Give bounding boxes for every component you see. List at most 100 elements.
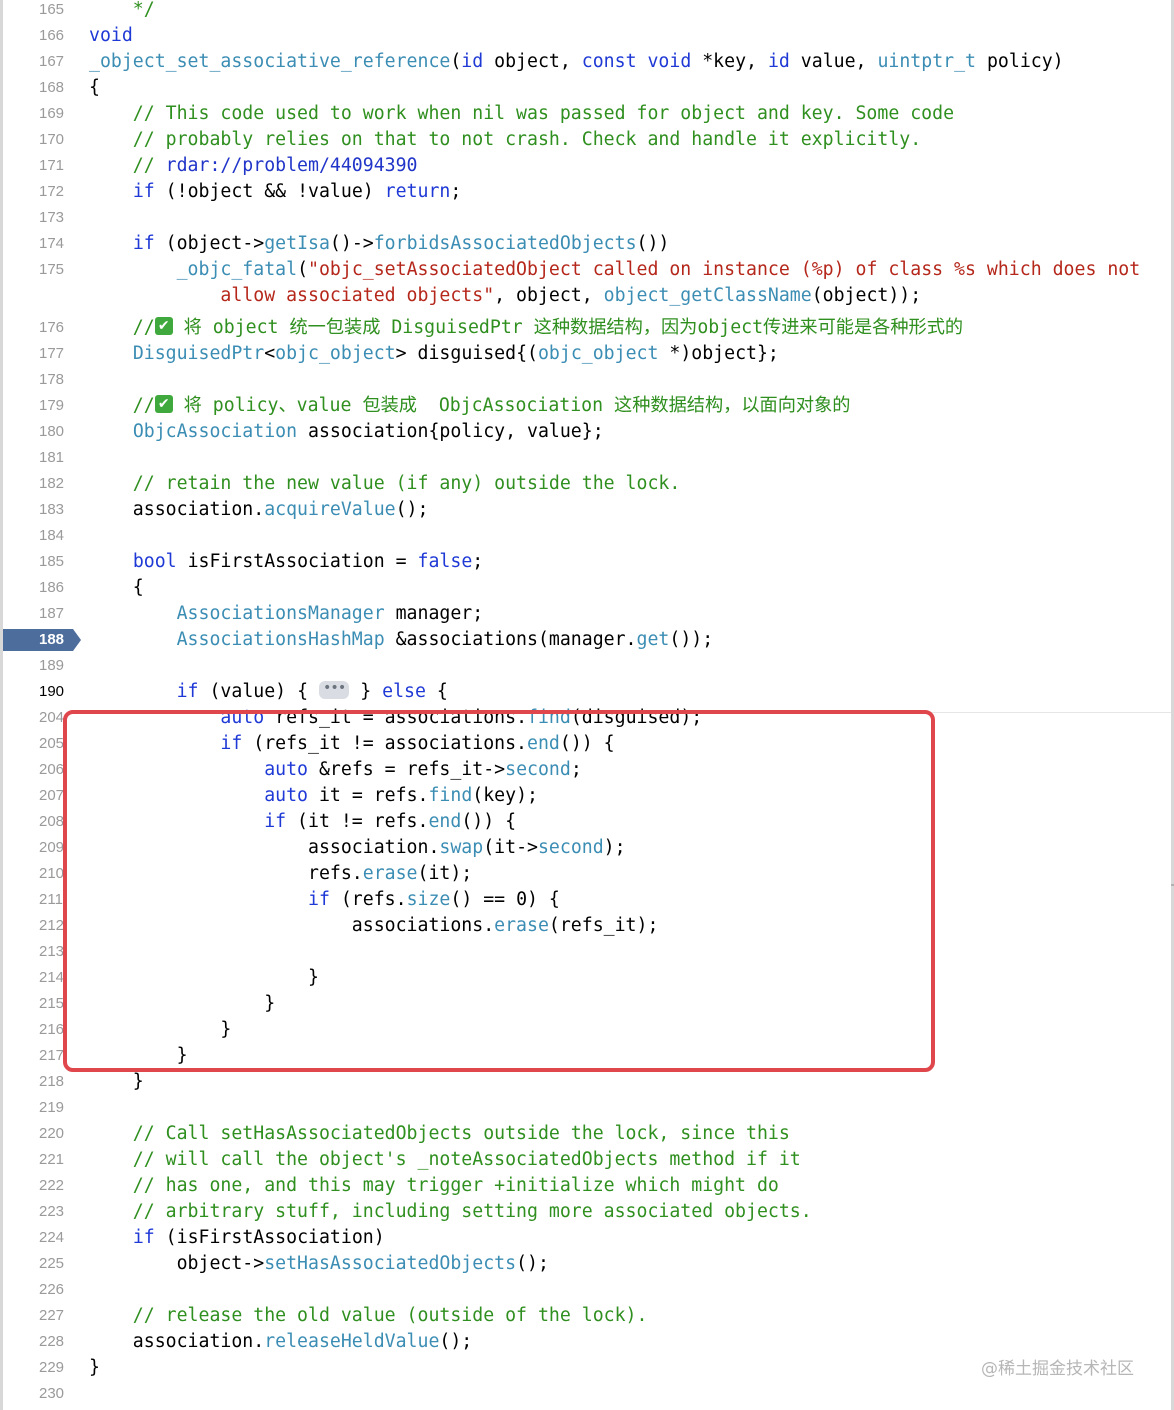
code-line[interactable]: 219 <box>3 1095 1171 1121</box>
code-line[interactable]: 217 } <box>3 1043 1171 1069</box>
code-text[interactable]: } <box>89 1043 188 1069</box>
code-line[interactable]: 215 } <box>3 991 1171 1017</box>
code-line[interactable]: 204 auto refs_it = associations.find(dis… <box>3 705 1171 731</box>
code-text[interactable]: if (refs_it != associations.end()) { <box>89 731 614 757</box>
code-line[interactable]: 172 if (!object && !value) return; <box>3 179 1171 205</box>
code-line[interactable]: allow associated objects", object, objec… <box>3 283 1171 309</box>
link-token[interactable]: rdar://problem/44094390 <box>166 155 418 176</box>
code-line[interactable]: 182 // retain the new value (if any) out… <box>3 471 1171 497</box>
code-text[interactable]: // Call setHasAssociatedObjects outside … <box>89 1121 790 1147</box>
code-line[interactable]: 211 if (refs.size() == 0) { <box>3 887 1171 913</box>
code-line[interactable]: 167 _object_set_associative_reference(id … <box>3 49 1171 75</box>
code-line[interactable]: 169 // This code used to work when nil w… <box>3 101 1171 127</box>
code-text[interactable]: //✔ 将 object 统一包装成 DisguisedPtr 这种数据结构，因… <box>89 315 963 341</box>
code-line[interactable]: 212 associations.erase(refs_it); <box>3 913 1171 939</box>
code-line[interactable]: 224 if (isFirstAssociation) <box>3 1225 1171 1251</box>
code-line[interactable]: 209 association.swap(it->second); <box>3 835 1171 861</box>
code-text[interactable]: // arbitrary stuff, including setting mo… <box>89 1199 812 1225</box>
code-text[interactable]: ObjcAssociation association{policy, valu… <box>89 419 604 445</box>
code-line[interactable]: 207 auto it = refs.find(key); <box>3 783 1171 809</box>
code-line[interactable]: 184 <box>3 523 1171 549</box>
code-line[interactable]: 213 <box>3 939 1171 965</box>
code-line[interactable]: 208 if (it != refs.end()) { <box>3 809 1171 835</box>
code-text[interactable]: */ <box>89 0 155 23</box>
code-line[interactable]: 206 auto &refs = refs_it->second; <box>3 757 1171 783</box>
code-text[interactable]: { <box>89 575 144 601</box>
code-text[interactable]: } <box>89 1355 100 1381</box>
code-line[interactable]: 179 //✔ 将 policy、value 包装成 ObjcAssociati… <box>3 393 1171 419</box>
code-text[interactable]: _object_set_associative_reference(id obj… <box>89 49 1064 75</box>
code-text[interactable]: refs.erase(it); <box>89 861 472 887</box>
code-text[interactable]: if (!object && !value) return; <box>89 179 462 205</box>
code-text[interactable]: // has one, and this may trigger +initia… <box>89 1173 779 1199</box>
code-text[interactable]: association.acquireValue(); <box>89 497 429 523</box>
code-text[interactable]: //✔ 将 policy、value 包装成 ObjcAssociation 这… <box>89 393 850 419</box>
code-text[interactable]: allow associated objects", object, objec… <box>89 283 921 309</box>
code-line[interactable]: 221 // will call the object's _noteAssoc… <box>3 1147 1171 1173</box>
code-text[interactable]: AssociationsHashMap &associations(manage… <box>89 627 714 653</box>
code-line[interactable]: 228 association.releaseHeldValue(); <box>3 1329 1171 1355</box>
code-text[interactable]: } <box>89 1069 144 1095</box>
code-text[interactable]: // retain the new value (if any) outside… <box>89 471 681 497</box>
code-line[interactable]: 210 refs.erase(it); <box>3 861 1171 887</box>
code-line[interactable]: 166 void <box>3 23 1171 49</box>
code-editor[interactable]: 165 */ 166 void 167 _object_set_associative_… <box>0 0 1174 1410</box>
code-line[interactable]: 178 <box>3 367 1171 393</box>
code-line[interactable]: 223 // arbitrary stuff, including settin… <box>3 1199 1171 1225</box>
code-text[interactable]: if (isFirstAssociation) <box>89 1225 385 1251</box>
code-text[interactable]: // release the old value (outside of the… <box>89 1303 648 1329</box>
code-text[interactable]: { <box>89 75 100 101</box>
code-line[interactable]: 216 } <box>3 1017 1171 1043</box>
code-text[interactable]: // rdar://problem/44094390 <box>89 153 418 179</box>
code-line[interactable]: 227 // release the old value (outside of… <box>3 1303 1171 1329</box>
code-line[interactable]: 175 _objc_fatal("objc_setAssociatedObjec… <box>3 257 1171 283</box>
code-text[interactable]: object->setHasAssociatedObjects(); <box>89 1251 549 1277</box>
code-line[interactable]: 183 association.acquireValue(); <box>3 497 1171 523</box>
code-line[interactable]: 230 <box>3 1381 1171 1407</box>
code-line[interactable]: 226 <box>3 1277 1171 1303</box>
code-text[interactable]: auto it = refs.find(key); <box>89 783 538 809</box>
code-text[interactable]: // will call the object's _noteAssociate… <box>89 1147 801 1173</box>
code-text[interactable]: association.releaseHeldValue(); <box>89 1329 472 1355</box>
code-line[interactable]: 173 <box>3 205 1171 231</box>
code-text[interactable]: auto &refs = refs_it->second; <box>89 757 582 783</box>
code-line[interactable]: 222 // has one, and this may trigger +in… <box>3 1173 1171 1199</box>
current-line-marker[interactable]: 188 <box>3 627 81 653</box>
code-text[interactable]: if (value) { ••• } else { <box>89 679 448 705</box>
code-line[interactable]: 186 { <box>3 575 1171 601</box>
code-line[interactable]: 205 if (refs_it != associations.end()) { <box>3 731 1171 757</box>
code-text[interactable]: // This code used to work when nil was p… <box>89 101 954 127</box>
code-line[interactable]: 168 { <box>3 75 1171 101</box>
code-line[interactable]: 225 object->setHasAssociatedObjects(); <box>3 1251 1171 1277</box>
code-text[interactable]: if (object->getIsa()->forbidsAssociatedO… <box>89 231 670 257</box>
code-text[interactable]: association.swap(it->second); <box>89 835 626 861</box>
code-line[interactable]: 171 // rdar://problem/44094390 <box>3 153 1171 179</box>
code-text[interactable]: _objc_fatal("objc_setAssociatedObject ca… <box>89 257 1141 283</box>
code-line[interactable]: 189 <box>3 653 1171 679</box>
code-text[interactable]: if (refs.size() == 0) { <box>89 887 560 913</box>
code-text[interactable]: DisguisedPtr<objc_object> disguised{(obj… <box>89 341 779 367</box>
code-text[interactable]: } <box>89 1017 231 1043</box>
code-text[interactable]: } <box>89 965 319 991</box>
code-line[interactable]: 180 ObjcAssociation association{policy, … <box>3 419 1171 445</box>
code-text[interactable]: } <box>89 991 275 1017</box>
code-text[interactable]: bool isFirstAssociation = false; <box>89 549 483 575</box>
code-text[interactable]: void <box>89 23 133 49</box>
code-line[interactable]: 177 DisguisedPtr<objc_object> disguised{… <box>3 341 1171 367</box>
code-line[interactable]: 187 AssociationsManager manager; <box>3 601 1171 627</box>
code-line[interactable]: 181 <box>3 445 1171 471</box>
code-line[interactable]: 220 // Call setHasAssociatedObjects outs… <box>3 1121 1171 1147</box>
code-line[interactable]: 170 // probably relies on that to not cr… <box>3 127 1171 153</box>
code-text[interactable]: AssociationsManager manager; <box>89 601 484 627</box>
code-text[interactable]: if (it != refs.end()) { <box>89 809 516 835</box>
code-line[interactable]: 218 } <box>3 1069 1171 1095</box>
code-text[interactable]: associations.erase(refs_it); <box>89 913 659 939</box>
code-line[interactable]: 174 if (object->getIsa()->forbidsAssocia… <box>3 231 1171 257</box>
code-line[interactable]: 214 } <box>3 965 1171 991</box>
code-line[interactable]: 185 bool isFirstAssociation = false; <box>3 549 1171 575</box>
code-line[interactable]: 190 if (value) { ••• } else { <box>3 679 1171 705</box>
code-text[interactable]: auto refs_it = associations.find(disguis… <box>89 705 702 731</box>
code-line[interactable]: 165 */ <box>3 0 1171 23</box>
code-line[interactable]: 176 //✔ 将 object 统一包装成 DisguisedPtr 这种数据… <box>3 315 1171 341</box>
folded-code-button[interactable]: ••• <box>318 681 350 699</box>
